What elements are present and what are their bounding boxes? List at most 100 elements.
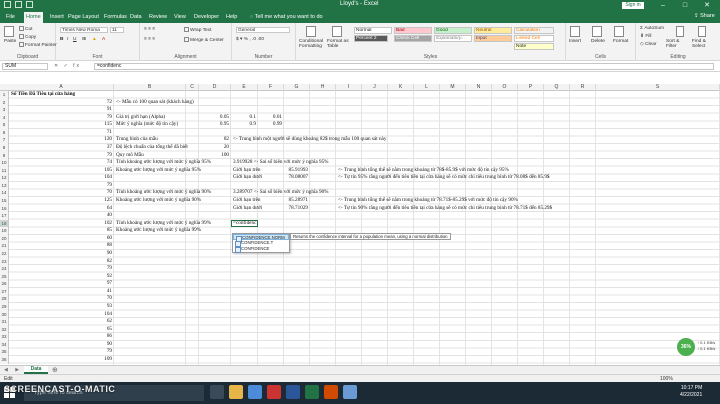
cell-g15[interactable]: 85.28971 bbox=[284, 197, 308, 205]
style-percent-2[interactable]: Percent 2 bbox=[354, 35, 388, 42]
column-header[interactable]: J bbox=[362, 84, 388, 91]
row-header[interactable]: 24 bbox=[0, 265, 9, 273]
undo-icon[interactable] bbox=[15, 1, 22, 8]
cell-a26[interactable]: 97 bbox=[9, 280, 112, 288]
cell-a1[interactable]: Số Tiền Đã Tiêu tại cửa hàng bbox=[11, 91, 75, 99]
sheet-tab-data[interactable]: Data bbox=[24, 366, 48, 374]
cell-a22[interactable]: 90 bbox=[9, 250, 112, 258]
cell-a9[interactable]: 79 bbox=[9, 152, 112, 160]
cell-b9[interactable]: Quy mô Mẫu bbox=[116, 152, 144, 160]
sign-in-button[interactable]: Sign in bbox=[622, 2, 644, 9]
style-calculation[interactable]: Calculation bbox=[514, 27, 554, 34]
cell-d8[interactable]: 20 bbox=[199, 144, 229, 152]
row-header[interactable]: 14 bbox=[0, 189, 9, 197]
fill-color-icon[interactable]: ▲ bbox=[92, 37, 97, 42]
row-header[interactable]: 12 bbox=[0, 174, 9, 182]
cell-a33[interactable]: 86 bbox=[9, 333, 112, 341]
column-header[interactable]: E bbox=[231, 84, 258, 91]
cell-f5[interactable]: 0.99 bbox=[258, 121, 282, 129]
tab-page-layout[interactable]: Page Layout bbox=[66, 12, 101, 23]
column-header[interactable]: C bbox=[186, 84, 199, 91]
network-usage-badge[interactable]: 36% bbox=[677, 338, 695, 356]
row-header[interactable]: 35 bbox=[0, 348, 9, 356]
font-name-select[interactable]: Times New Roma bbox=[60, 27, 108, 33]
cell-a19[interactable]: 85 bbox=[9, 227, 112, 235]
cell-a21[interactable]: 88 bbox=[9, 242, 112, 250]
cell-a11[interactable]: 105 bbox=[9, 167, 112, 175]
cell-b14[interactable]: Tính khoảng ước lượng với mức ý nghĩa 90… bbox=[116, 189, 211, 197]
cell-e7[interactable]: <- Trung bình một người sẽ dùng khoảng 8… bbox=[233, 136, 386, 144]
style-bad[interactable]: Bad bbox=[394, 27, 432, 34]
style-input[interactable]: Input bbox=[474, 35, 512, 42]
row-header[interactable]: 25 bbox=[0, 272, 9, 281]
maximize-icon[interactable]: □ bbox=[674, 0, 696, 11]
format-cells-icon[interactable] bbox=[614, 26, 624, 37]
formula-input[interactable]: =confidenc bbox=[94, 63, 714, 70]
column-header[interactable]: P bbox=[518, 84, 544, 91]
row-header[interactable]: 30 bbox=[0, 310, 9, 319]
cell-a31[interactable]: 62 bbox=[9, 318, 112, 326]
tab-file[interactable]: File bbox=[4, 12, 17, 23]
row-header[interactable]: 28 bbox=[0, 295, 9, 303]
column-header[interactable]: O bbox=[492, 84, 518, 91]
cell-e12[interactable]: Giới hạn dưới bbox=[233, 174, 262, 182]
column-header[interactable]: G bbox=[284, 84, 310, 91]
row-header[interactable]: 33 bbox=[0, 333, 9, 341]
word-icon[interactable] bbox=[286, 385, 300, 399]
merge-center-button[interactable]: Merge & Center bbox=[184, 37, 224, 43]
row-header[interactable]: 9 bbox=[0, 151, 9, 160]
cell-a7[interactable]: 120 bbox=[9, 136, 112, 144]
cell-a14[interactable]: 70 bbox=[9, 189, 112, 197]
cell-a3[interactable]: 91 bbox=[9, 106, 112, 114]
fill-button[interactable]: ⬇ Fill bbox=[640, 34, 652, 39]
cell-a24[interactable]: 79 bbox=[9, 265, 112, 273]
column-header[interactable]: H bbox=[310, 84, 336, 91]
cell-d4[interactable]: 0.05 bbox=[199, 114, 229, 122]
row-header[interactable]: 21 bbox=[0, 242, 9, 250]
row-header[interactable]: 31 bbox=[0, 318, 9, 326]
row-header[interactable]: 8 bbox=[0, 143, 9, 152]
find-select-button[interactable]: Find & Select bbox=[692, 39, 716, 49]
tab-view[interactable]: View bbox=[172, 12, 188, 23]
cell-a5[interactable]: 115 bbox=[9, 121, 112, 129]
tell-me-search[interactable]: ◌ Tell me what you want to do bbox=[248, 12, 325, 23]
cell-g16[interactable]: 78.71029 bbox=[284, 205, 308, 213]
powerpoint-icon[interactable] bbox=[324, 385, 338, 399]
cell-f4[interactable]: 0.01 bbox=[258, 114, 282, 122]
formula-buttons[interactable]: ✕ ✓ fx bbox=[54, 63, 81, 69]
tab-insert[interactable]: Insert bbox=[48, 12, 66, 23]
cell-g11[interactable]: 85.91993 bbox=[284, 167, 308, 175]
italic-button[interactable]: I bbox=[67, 37, 68, 42]
cell-a32[interactable]: 65 bbox=[9, 326, 112, 334]
conditional-formatting-button[interactable]: Conditional Formatting bbox=[299, 39, 325, 49]
copy-button[interactable]: Copy bbox=[19, 34, 36, 40]
cell-e16[interactable]: Giới hạn dưới bbox=[233, 205, 262, 213]
cell-e10[interactable]: 3.919928 <- Sai số biên với mức ý nghĩa … bbox=[233, 159, 329, 167]
cell-b5[interactable]: Mức ý nghĩa (mức độ tin cậy) bbox=[116, 121, 178, 129]
cell-b15[interactable]: Khoảng ước lượng với mức ý nghĩa 90% bbox=[116, 197, 201, 205]
cell-a35[interactable]: 79 bbox=[9, 348, 112, 356]
tab-review[interactable]: Review bbox=[147, 12, 169, 23]
name-box[interactable]: SUM bbox=[2, 63, 48, 70]
row-header[interactable]: 16 bbox=[0, 204, 9, 213]
cell-a4[interactable]: 79 bbox=[9, 114, 112, 122]
cell-e11[interactable]: Giới hạn trên bbox=[233, 167, 261, 175]
paste-button[interactable]: Paste bbox=[4, 39, 16, 44]
row-header[interactable]: 26 bbox=[0, 280, 9, 288]
sort-filter-icon[interactable] bbox=[676, 26, 684, 37]
bold-button[interactable]: B bbox=[60, 37, 63, 42]
add-sheet-icon[interactable]: ⊕ bbox=[52, 366, 58, 374]
style-linked-cell[interactable]: Linked Cell bbox=[514, 35, 554, 42]
insert-cells-button[interactable]: Insert bbox=[569, 39, 581, 44]
tab-formulas[interactable]: Formulas bbox=[102, 12, 129, 23]
borders-icon[interactable]: ⊞ bbox=[82, 37, 86, 42]
cell-e18[interactable]: =confidenc bbox=[233, 220, 256, 228]
cell-a34[interactable]: 90 bbox=[9, 341, 112, 349]
cell-b11[interactable]: Khoảng ước lượng với mức ý nghĩa 95% bbox=[116, 167, 201, 175]
row-header[interactable]: 11 bbox=[0, 166, 9, 175]
cell-e5[interactable]: 0.9 bbox=[231, 121, 256, 129]
cell-a23[interactable]: 82 bbox=[9, 258, 112, 266]
underline-button[interactable]: U bbox=[73, 37, 76, 42]
tab-developer[interactable]: Developer bbox=[192, 12, 221, 23]
autosum-button[interactable]: Σ AutoSum bbox=[640, 26, 664, 31]
